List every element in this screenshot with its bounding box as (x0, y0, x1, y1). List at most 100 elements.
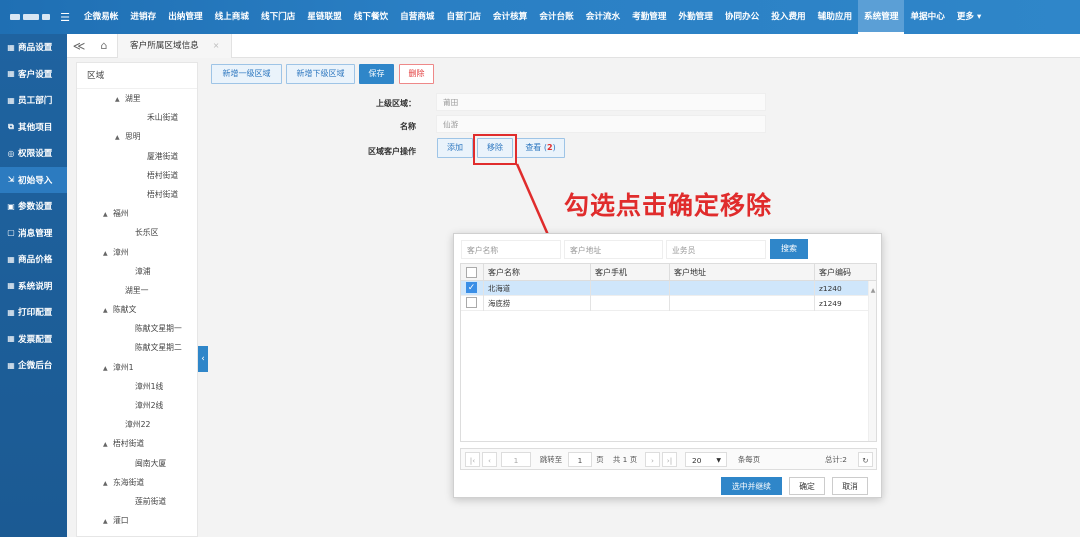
cancel-button[interactable]: 取消 (832, 477, 868, 495)
tree-node[interactable]: ▲ 灌口 (77, 511, 197, 530)
sidebar-item[interactable]: ▦ 商品价格 (0, 246, 67, 273)
tree-node[interactable]: ▲ 漳州 (77, 243, 197, 262)
tree-node[interactable]: 湖里一 (77, 281, 197, 300)
tree-node[interactable]: ▲ 漳州1 (77, 358, 197, 377)
sidebar-item[interactable]: ▦ 打印配置 (0, 299, 67, 326)
topnav-item[interactable]: 线下门店 (255, 0, 301, 34)
expand-arrow-icon[interactable]: ▲ (115, 128, 125, 147)
expand-arrow-icon[interactable]: ▲ (115, 90, 125, 109)
tree-node[interactable]: 厦港街道 (77, 147, 197, 166)
page-size-select[interactable]: 20 ▼ (685, 452, 727, 467)
delete-button[interactable]: 删除 (399, 64, 434, 84)
tree-node[interactable]: ▲ 福州 (77, 204, 197, 223)
topnav-item[interactable]: 进销存 (124, 0, 162, 34)
tree-node[interactable]: 梧村街道 (77, 166, 197, 185)
tree-node[interactable]: 莲前街道 (77, 492, 197, 511)
sidebar-item[interactable]: ▣ 参数设置 (0, 193, 67, 220)
ok-button[interactable]: 确定 (789, 477, 825, 495)
expand-arrow-icon[interactable]: ▲ (103, 205, 113, 224)
customer-address-search-input[interactable]: 客户地址 (564, 240, 663, 259)
tree-node[interactable]: 漳州1线 (77, 377, 197, 396)
tree-node[interactable]: 梧村街道 (77, 185, 197, 204)
sidebar-item[interactable]: ▦ 客户设置 (0, 61, 67, 88)
search-button[interactable]: 搜索 (770, 239, 808, 259)
expand-arrow-icon[interactable]: ▲ (103, 435, 113, 454)
sidebar-item[interactable]: ▦ 企微后台 (0, 352, 67, 379)
vertical-scrollbar[interactable]: ▲▼ (868, 281, 876, 441)
topnav-item[interactable]: 协同办公 (719, 0, 765, 34)
topnav-item[interactable]: 自营商城 (394, 0, 440, 34)
topnav-item[interactable]: 投入费用 (765, 0, 811, 34)
expand-arrow-icon[interactable]: ▲ (103, 512, 113, 531)
col-customer-phone[interactable]: 客户手机 (591, 264, 670, 281)
select-all-checkbox[interactable] (466, 267, 477, 278)
sidebar-item[interactable]: ◎ 权限设置 (0, 140, 67, 167)
customer-name-search-input[interactable]: 客户名称 (461, 240, 561, 259)
tree-node[interactable]: ▲ 思明 (77, 127, 197, 146)
tree-node[interactable]: 漳浦 (77, 262, 197, 281)
tree-node[interactable]: ▲ 梧村街道 (77, 434, 197, 453)
sidebar-item[interactable]: ▦ 员工部门 (0, 87, 67, 114)
prev-page-button[interactable]: ‹ (482, 452, 497, 467)
topnav-item[interactable]: 会计核算 (487, 0, 533, 34)
salesperson-search-input[interactable]: 业务员 (666, 240, 766, 259)
col-customer-code[interactable]: 客户编码 (815, 264, 876, 281)
sidebar-item[interactable]: ▦ 商品设置 (0, 34, 67, 61)
add-customer-button[interactable]: 添加 (437, 138, 473, 158)
first-page-button[interactable]: |‹ (465, 452, 480, 467)
next-page-button[interactable]: › (645, 452, 660, 467)
refresh-icon[interactable]: ↻ (858, 452, 873, 467)
sidebar-item[interactable]: ▢ 消息管理 (0, 220, 67, 247)
topnav-item[interactable]: 会计流水 (580, 0, 626, 34)
table-row[interactable]: 海底捞 z1249 (461, 296, 876, 311)
add-top-region-button[interactable]: 新增一级区域 (211, 64, 282, 84)
topnav-item[interactable]: 出纳管理 (162, 0, 208, 34)
tree-node[interactable]: 禾山街道 (77, 108, 197, 127)
home-icon[interactable]: ⌂ (91, 39, 117, 52)
save-button[interactable]: 保存 (359, 64, 394, 84)
parent-region-field[interactable]: 莆田 (436, 93, 766, 111)
tree-node[interactable]: 陈献文星期一 (77, 319, 197, 338)
topnav-item[interactable]: 自营门店 (441, 0, 487, 34)
last-page-button[interactable]: ›| (662, 452, 677, 467)
sidebar-item[interactable]: ⧉ 其他项目 (0, 114, 67, 141)
table-row[interactable]: ✓ 北海道 z1240 (461, 281, 876, 296)
menu-toggle-icon[interactable]: ☰ (56, 11, 74, 24)
tree-node[interactable]: ▲ 陈献文 (77, 300, 197, 319)
add-sub-region-button[interactable]: 新增下级区域 (286, 64, 355, 84)
tab-customer-region[interactable]: 客户所属区域信息 × (117, 33, 233, 58)
topnav-item[interactable]: 辅助应用 (812, 0, 858, 34)
col-customer-address[interactable]: 客户地址 (670, 264, 815, 281)
tree-node[interactable]: 陈献文星期二 (77, 338, 197, 357)
topnav-item[interactable]: 线下餐饮 (348, 0, 394, 34)
col-customer-name[interactable]: 客户名称 (484, 264, 591, 281)
region-name-field[interactable]: 仙游 (436, 115, 766, 133)
tree-node[interactable]: ▲ 湖里 (77, 89, 197, 108)
tree-node[interactable]: ▲ 东海街道 (77, 473, 197, 492)
tree-node[interactable]: 漳州2线 (77, 396, 197, 415)
current-page-input[interactable]: 1 (501, 452, 531, 467)
row-checkbox[interactable] (466, 297, 477, 308)
topnav-item[interactable]: 更多 ▾ (951, 0, 988, 34)
tree-node[interactable]: 闽南大厦 (77, 454, 197, 473)
expand-arrow-icon[interactable]: ▲ (103, 244, 113, 263)
sidebar-item[interactable]: ⇲ 初始导入 (0, 166, 67, 193)
expand-arrow-icon[interactable]: ▲ (103, 301, 113, 320)
topnav-item[interactable]: 星链联盟 (301, 0, 347, 34)
tree-node[interactable]: 长乐区 (77, 223, 197, 242)
topnav-item[interactable]: 企微易帐 (78, 0, 124, 34)
topnav-item[interactable]: 外勤管理 (672, 0, 718, 34)
collapse-tabs-icon[interactable]: ≪ (67, 39, 91, 53)
view-customers-button[interactable]: 查看 (2) (516, 138, 565, 158)
topnav-item[interactable]: 系统管理 (858, 0, 905, 34)
select-and-continue-button[interactable]: 选中并继续 (721, 477, 782, 495)
sidebar-item[interactable]: ▦ 发票配置 (0, 326, 67, 353)
sidebar-item[interactable]: ▦ 系统说明 (0, 273, 67, 300)
topnav-item[interactable]: 考勤管理 (626, 0, 672, 34)
expand-arrow-icon[interactable]: ▲ (103, 359, 113, 378)
topnav-item[interactable]: 线上商城 (209, 0, 255, 34)
topnav-item[interactable]: 单据中心 (904, 0, 950, 34)
close-icon[interactable]: × (213, 41, 220, 50)
collapse-panel-handle[interactable]: ‹ (198, 346, 208, 372)
row-checkbox-checked[interactable]: ✓ (466, 282, 477, 293)
